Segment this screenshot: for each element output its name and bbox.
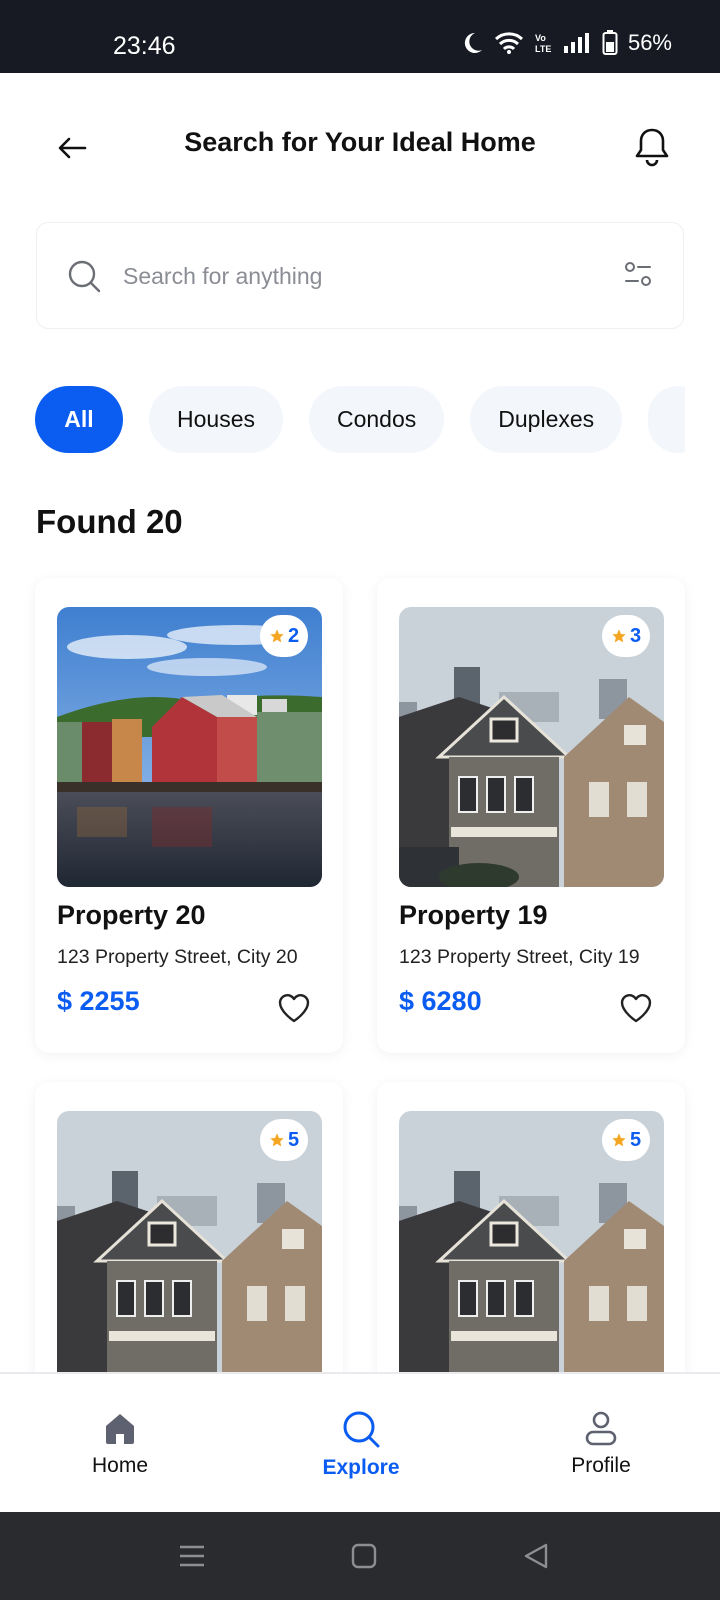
property-title: Property 19 (399, 900, 548, 930)
status-time: 23:46 (113, 32, 176, 60)
rating-value: 3 (629, 624, 642, 647)
system-navigation-bar (0, 1512, 720, 1600)
heart-icon[interactable] (277, 992, 311, 1024)
rating-badge: 5 (602, 1119, 650, 1161)
signal-icon (563, 33, 589, 53)
property-address: 123 Property Street, City 19 (399, 946, 640, 968)
property-price: $ 6280 (399, 986, 482, 1016)
battery-percentage: 56% (627, 30, 672, 55)
rating-badge: 2 (260, 615, 308, 657)
notifications-button[interactable] (630, 123, 674, 171)
nav-explore[interactable]: Explore (291, 1410, 431, 1480)
property-image: 3 (399, 607, 664, 887)
home-button-icon[interactable] (350, 1542, 378, 1570)
home-icon (106, 1414, 134, 1444)
property-address: 123 Property Street, City 20 (57, 946, 298, 968)
chip-houses[interactable]: Houses (149, 386, 283, 453)
star-icon (270, 1133, 284, 1147)
chip-all[interactable]: All (35, 386, 123, 453)
nav-profile[interactable]: Profile (531, 1410, 671, 1478)
rating-badge: 5 (260, 1119, 308, 1161)
rating-value: 5 (287, 1128, 300, 1151)
status-icons: Vo LTE 56% (460, 30, 672, 56)
star-icon (612, 1133, 626, 1147)
filter-icon[interactable] (623, 259, 653, 289)
chip-more[interactable] (648, 386, 685, 453)
svg-text:LTE: LTE (535, 44, 551, 54)
property-card[interactable]: 2 Property 20 123 Property Street, City … (35, 578, 343, 1053)
bottom-navigation: Home Explore Profile (0, 1372, 720, 1512)
property-image: 5 (399, 1111, 664, 1391)
category-chips: All Houses Condos Duplexes (35, 386, 685, 453)
bell-icon (635, 128, 669, 167)
back-triangle-icon[interactable] (522, 1542, 550, 1570)
results-count: Found 20 (36, 503, 183, 540)
search-icon (68, 260, 101, 293)
nav-home[interactable]: Home (50, 1410, 190, 1478)
property-image: 2 (57, 607, 322, 887)
chip-condos[interactable]: Condos (308, 386, 445, 453)
property-price: $ 2255 (57, 986, 140, 1016)
menu-icon[interactable] (178, 1542, 206, 1570)
search-input[interactable] (123, 251, 583, 301)
search-icon (343, 1411, 380, 1448)
rating-value: 5 (629, 1128, 642, 1151)
battery-icon (602, 30, 618, 55)
heart-icon[interactable] (619, 992, 653, 1024)
moon-icon (464, 32, 482, 53)
star-icon (612, 629, 626, 643)
chip-duplexes[interactable]: Duplexes (470, 386, 623, 453)
status-bar: 23:46 Vo LTE 56% (0, 0, 720, 73)
property-title: Property 20 (57, 900, 206, 930)
volte-icon: VoLTE (535, 33, 551, 54)
nav-explore-label: Explore (322, 1456, 400, 1479)
header: Search for Your Ideal Home (0, 73, 720, 223)
nav-home-label: Home (91, 1454, 149, 1477)
star-icon (270, 629, 284, 643)
svg-text:Vo: Vo (535, 33, 546, 43)
app-screen: 23:46 Vo LTE 56% Search for Your Ideal Ho… (0, 0, 720, 1600)
property-card[interactable]: 3 Property 19 123 Property Street, City … (377, 578, 685, 1053)
property-image: 5 (57, 1111, 322, 1391)
wifi-icon (494, 32, 523, 54)
profile-icon (585, 1411, 617, 1446)
nav-profile-label: Profile (571, 1454, 631, 1477)
search-bar (36, 222, 684, 329)
page-title: Search for Your Ideal Home (184, 127, 536, 157)
rating-badge: 3 (602, 615, 650, 657)
rating-value: 2 (287, 624, 300, 647)
